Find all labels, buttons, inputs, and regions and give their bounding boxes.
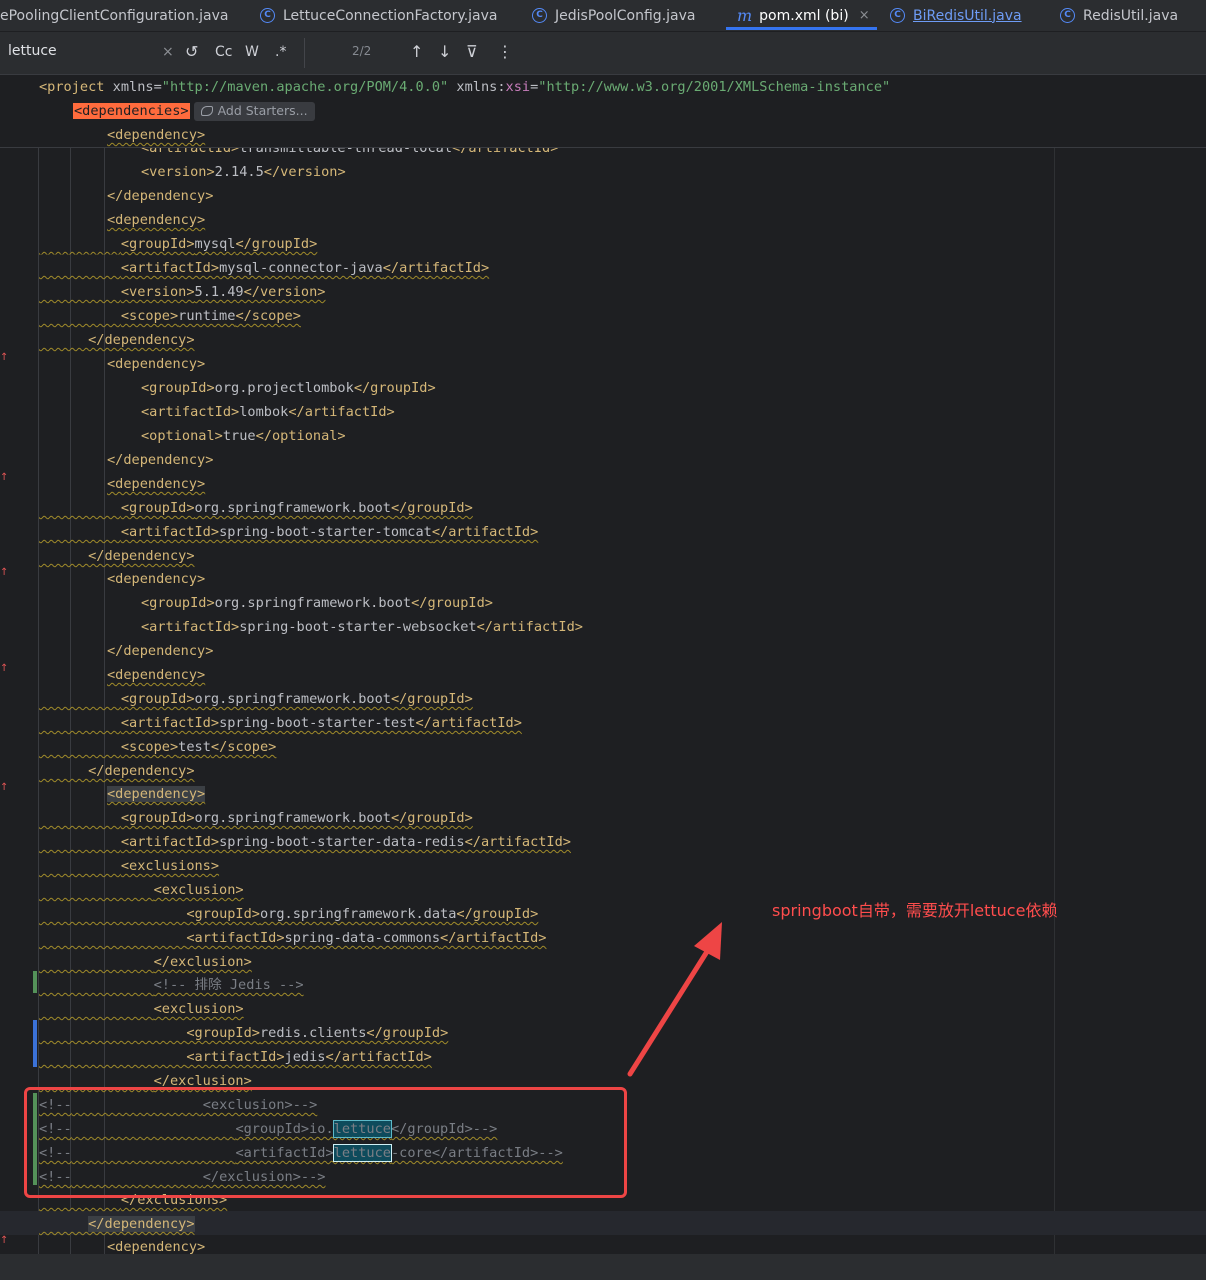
code-line: <dependency>	[107, 212, 206, 228]
code-line: <groupId>org.springframework.boot</group…	[120, 691, 473, 707]
code-line: <dependency>	[107, 356, 206, 372]
gutter-override-arrow-icon[interactable]: ↑	[0, 472, 8, 483]
code-line: </dependency>	[88, 1216, 195, 1232]
tab-bi-redis-util[interactable]: C BiRedisUtil.java	[890, 0, 1022, 31]
match-case-button[interactable]: Cc	[215, 42, 232, 62]
tab-jedis-pool-config[interactable]: C JedisPoolConfig.java	[532, 0, 695, 31]
class-icon: C	[890, 8, 905, 23]
leaf-icon	[200, 106, 213, 116]
search-input[interactable]	[8, 43, 148, 59]
close-icon[interactable]: ×	[859, 8, 870, 23]
code-line: <artifactId>spring-boot-starter-tomcat</…	[120, 524, 539, 540]
annotation-text: springboot自带，需要放开lettuce依赖	[772, 901, 1058, 920]
clear-search-icon[interactable]: ×	[162, 42, 174, 62]
previous-occurrence-icon[interactable]: ↑	[410, 42, 423, 62]
code-line: <groupId>org.springframework.boot</group…	[141, 595, 493, 611]
filter-icon[interactable]: ⊽	[466, 42, 478, 62]
tab-label: ePoolingClientConfiguration.java	[0, 7, 229, 24]
code-editor[interactable]: ↑ ↑ ↑ ↑ ↑ ↑ <project xmlns="http://maven…	[0, 75, 1206, 1255]
code-line: <version>2.14.5</version>	[141, 164, 346, 180]
code-line: </dependency>	[107, 452, 214, 468]
code-line: <dependency>	[107, 127, 206, 143]
gutter-override-arrow-icon[interactable]: ↑	[0, 567, 8, 578]
maven-icon: m	[737, 6, 753, 25]
next-occurrence-icon[interactable]: ↓	[438, 42, 451, 62]
gutter-override-arrow-icon[interactable]: ↑	[0, 352, 8, 363]
class-icon: C	[260, 8, 275, 23]
class-icon: C	[1060, 8, 1075, 23]
code-line: <exclusions>	[120, 858, 220, 874]
code-line: <dependency>	[107, 476, 206, 492]
code-line: <groupId>redis.clients</groupId>	[186, 1025, 449, 1041]
tab-epooling-client-configuration[interactable]: ePoolingClientConfiguration.java	[0, 0, 228, 31]
replace-toggle-icon[interactable]: ↺	[185, 42, 198, 62]
code-line: <!-- 排除 Jedis -->	[153, 977, 304, 993]
code-line: </exclusion>	[153, 954, 252, 970]
code-line: <exclusion>	[153, 882, 244, 898]
right-margin-guide	[1054, 75, 1055, 1255]
code-line: <artifactId>lombok</artifactId>	[141, 404, 395, 420]
code-line: </dependency>	[88, 332, 195, 348]
tab-label: LettuceConnectionFactory.java	[283, 7, 498, 24]
code-line: <groupId>org.springframework.boot</group…	[120, 810, 473, 826]
tab-label: RedisUtil.java	[1083, 7, 1179, 24]
code-line: <artifactId>spring-boot-starter-test</ar…	[120, 715, 522, 731]
code-line: <groupId>org.springframework.data</group…	[186, 906, 539, 922]
divider	[304, 38, 305, 68]
code-line: <dependency>	[107, 667, 206, 683]
code-line: <scope>runtime</scope>	[120, 308, 301, 324]
code-line: <dependency>	[107, 571, 206, 587]
editor-tab-bar: ePoolingClientConfiguration.java C Lettu…	[0, 0, 1206, 32]
more-options-icon[interactable]: ⋮	[497, 42, 513, 62]
code-line: </dependency>	[107, 643, 214, 659]
sticky-lines-header: <project xmlns="http://maven.apache.org/…	[0, 75, 1206, 148]
class-icon: C	[532, 8, 547, 23]
editor-bottom-strip	[0, 1254, 1206, 1280]
code-line: <dependency>	[107, 1239, 206, 1255]
active-tab-indicator	[726, 27, 877, 30]
code-line: <artifactId>mysql-connector-java</artifa…	[120, 260, 490, 276]
whole-words-button[interactable]: W	[245, 42, 259, 62]
code-line: <optional>true</optional>	[141, 428, 346, 444]
code-line: <exclusion>	[153, 1001, 244, 1017]
code-line: <dependency>	[107, 786, 206, 802]
code-line: <dependencies> Add Starters...	[73, 99, 315, 123]
code-line: <project xmlns="http://maven.apache.org/…	[39, 79, 891, 95]
code-line: <scope>test</scope>	[120, 739, 277, 755]
search-highlight: <dependencies>	[73, 103, 190, 119]
vcs-added-marker[interactable]	[33, 971, 37, 993]
code-line: <artifactId>jedis</artifactId>	[186, 1049, 432, 1065]
vcs-modified-marker[interactable]	[33, 1020, 37, 1067]
regex-button[interactable]: .*	[275, 42, 286, 62]
code-line: </dependency>	[107, 188, 214, 204]
code-line: <version>5.1.49</version>	[120, 284, 326, 300]
gutter-override-arrow-icon[interactable]: ↑	[0, 1235, 8, 1246]
code-line: <artifactId>spring-boot-starter-websocke…	[141, 619, 583, 635]
tab-label: pom.xml (bi)	[759, 7, 849, 24]
gutter-override-arrow-icon[interactable]: ↑	[0, 782, 8, 793]
code-line: <artifactId>spring-data-commons</artifac…	[186, 930, 547, 946]
code-line: </dependency>	[88, 763, 195, 779]
code-line: </dependency>	[88, 548, 195, 564]
tab-redis-util[interactable]: C RedisUtil.java	[1060, 0, 1178, 31]
gutter-override-arrow-icon[interactable]: ↑	[0, 663, 8, 674]
tab-label: JedisPoolConfig.java	[555, 7, 696, 24]
code-line: <groupId>mysql</groupId>	[120, 236, 318, 252]
code-line: <artifactId>spring-boot-starter-data-red…	[120, 834, 571, 850]
match-count: 2/2	[352, 44, 372, 58]
code-line: <groupId>org.springframework.boot</group…	[120, 500, 473, 516]
tab-label: BiRedisUtil.java	[913, 7, 1022, 24]
tab-lettuce-connection-factory[interactable]: C LettuceConnectionFactory.java	[260, 0, 497, 31]
add-starters-button[interactable]: Add Starters...	[193, 101, 315, 121]
annotation-highlight-box	[24, 1087, 627, 1198]
code-line: <groupId>org.projectlombok</groupId>	[141, 380, 436, 396]
find-bar: × ↺ Cc W .* 2/2 ↑ ↓ ⊽ ⋮	[0, 32, 1206, 75]
